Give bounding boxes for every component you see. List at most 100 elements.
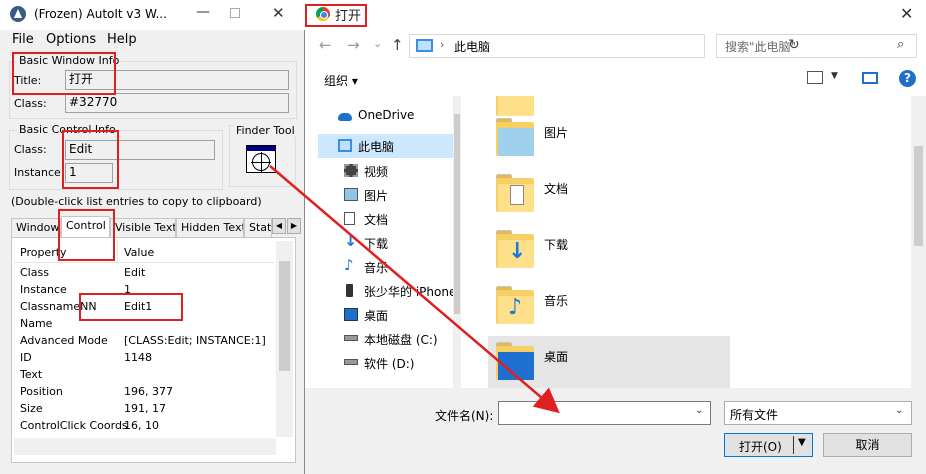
maximize-icon[interactable] bbox=[230, 8, 240, 18]
scrollbar-thumb[interactable] bbox=[914, 146, 923, 246]
file-list: 图片 文档 ↓ 下载 ♪ 音乐 桌面 bbox=[480, 96, 911, 388]
nav-item-drive-d[interactable]: 软件 (D:) bbox=[318, 351, 458, 375]
nav-item-this-pc[interactable]: 此电脑 bbox=[318, 134, 458, 158]
folder-item-pictures[interactable]: 图片 bbox=[488, 112, 730, 164]
open-button[interactable]: 打开(O) ▼ bbox=[724, 433, 813, 457]
scrollbar-thumb[interactable] bbox=[279, 261, 290, 371]
forward-arrow-icon[interactable]: → bbox=[347, 36, 360, 54]
folder-label: 图片 bbox=[544, 126, 569, 140]
cloud-icon bbox=[338, 113, 352, 121]
list-vertical-scrollbar[interactable] bbox=[276, 241, 293, 437]
up-arrow-icon[interactable]: ↑ bbox=[391, 36, 404, 54]
nav-item-label: 音乐 bbox=[364, 261, 389, 275]
list-horizontal-scrollbar[interactable] bbox=[14, 438, 276, 455]
tab-statusbar[interactable]: Stat bbox=[244, 218, 272, 237]
table-row[interactable]: ControlClick Coords 16, 10 bbox=[20, 418, 275, 435]
annotation-box-control-class bbox=[62, 130, 119, 189]
table-row[interactable]: Class Edit bbox=[20, 265, 275, 282]
property-value: Edit bbox=[124, 266, 146, 279]
toolbar: 组织 ▾ ▼ ? bbox=[305, 62, 926, 96]
address-row: ← → ⌄ ↑ › 此电脑 ⌄ ↻ 搜索"此电脑" ⌕ bbox=[305, 30, 926, 62]
cancel-button[interactable]: 取消 bbox=[823, 433, 912, 457]
menu-options[interactable]: Options bbox=[46, 32, 96, 47]
tab-scroll-right-icon[interactable]: ▶ bbox=[287, 218, 301, 234]
chevron-down-icon[interactable]: ⌄ bbox=[373, 37, 382, 50]
help-icon[interactable]: ? bbox=[899, 70, 916, 87]
breadcrumb-separator: › bbox=[440, 38, 445, 51]
back-arrow-icon[interactable]: ← bbox=[319, 36, 332, 54]
address-bar[interactable]: › 此电脑 ⌄ ↻ bbox=[409, 34, 800, 58]
drive-icon bbox=[344, 335, 358, 341]
table-row[interactable]: Advanced Mode [CLASS:Edit; INSTANCE:1] bbox=[20, 333, 275, 350]
phone-icon bbox=[346, 284, 353, 297]
folder-item-desktop[interactable]: 桌面 bbox=[488, 336, 730, 388]
folder-label: 音乐 bbox=[544, 294, 569, 308]
menu-file[interactable]: File bbox=[12, 32, 34, 47]
nav-item-label: OneDrive bbox=[358, 108, 415, 122]
tab-window[interactable]: Window bbox=[11, 218, 61, 237]
property-name: Advanced Mode bbox=[20, 334, 108, 347]
computer-icon bbox=[416, 39, 433, 52]
nav-item-documents[interactable]: 文档 bbox=[318, 207, 458, 231]
open-button-label: 打开(O) bbox=[739, 440, 782, 454]
chevron-down-icon[interactable]: ⌄ bbox=[695, 405, 703, 416]
content-scrollbar[interactable] bbox=[911, 96, 926, 388]
nav-item-music[interactable]: ♪ 音乐 bbox=[318, 255, 458, 279]
menu-help[interactable]: Help bbox=[107, 32, 137, 47]
minimize-icon[interactable]: — bbox=[196, 4, 210, 20]
view-options-icon[interactable] bbox=[807, 71, 823, 84]
search-input[interactable]: 搜索"此电脑" ⌕ bbox=[716, 34, 917, 58]
tab-hidden-text[interactable]: Hidden Text bbox=[176, 218, 244, 237]
search-icon[interactable]: ⌕ bbox=[897, 37, 904, 52]
close-icon[interactable]: ✕ bbox=[272, 4, 285, 22]
filename-input[interactable]: ⌄ bbox=[498, 401, 711, 425]
tab-scroll-left-icon[interactable]: ◀ bbox=[272, 218, 286, 234]
download-icon: ↓ bbox=[344, 231, 358, 250]
preview-pane-icon[interactable] bbox=[862, 72, 878, 84]
table-row[interactable]: Size 191, 17 bbox=[20, 401, 275, 418]
tab-visible-text[interactable]: Visible Text bbox=[110, 218, 176, 237]
desktop-icon bbox=[344, 308, 358, 321]
table-row[interactable]: Text bbox=[20, 367, 275, 384]
finder-tool-icon[interactable] bbox=[246, 145, 276, 173]
table-row[interactable]: ID 1148 bbox=[20, 350, 275, 367]
organize-menu[interactable]: 组织 ▾ bbox=[324, 72, 358, 89]
property-list: Class Edit Instance 1 ClassnameNN Edit1 Nam… bbox=[20, 265, 275, 437]
folder-item-downloads[interactable]: ↓ 下载 bbox=[488, 224, 730, 276]
folder-item-music[interactable]: ♪ 音乐 bbox=[488, 280, 730, 332]
folder-label: 桌面 bbox=[544, 350, 569, 364]
nav-item-desktop[interactable]: 桌面 bbox=[318, 303, 458, 327]
property-name: Class bbox=[20, 266, 49, 279]
nav-scrollbar[interactable] bbox=[453, 96, 461, 388]
table-row[interactable]: Position 196, 377 bbox=[20, 384, 275, 401]
filetype-select[interactable]: 所有文件 ⌄ bbox=[724, 401, 912, 425]
nav-item-label: 图片 bbox=[364, 189, 389, 203]
window-class-field[interactable]: #32770 bbox=[65, 93, 289, 113]
property-name: Text bbox=[20, 368, 43, 381]
column-header-value[interactable]: Value bbox=[124, 246, 154, 259]
close-icon[interactable]: ✕ bbox=[900, 4, 913, 23]
property-name: Name bbox=[20, 317, 53, 330]
nav-item-drive-c[interactable]: 本地磁盘 (C:) bbox=[318, 327, 458, 351]
property-value: 191, 17 bbox=[124, 402, 166, 415]
chevron-down-icon[interactable]: ⌄ bbox=[895, 405, 903, 416]
chevron-down-icon[interactable]: ▼ bbox=[831, 71, 838, 81]
nav-item-label: 此电脑 bbox=[358, 140, 395, 154]
navigation-pane: OneDrive 此电脑 视频 图片 文档 ↓ 下载 ♪ 音乐 张少华的 iPh… bbox=[318, 96, 462, 388]
scrollbar-thumb[interactable] bbox=[454, 114, 460, 314]
column-divider[interactable] bbox=[117, 241, 118, 262]
folder-item-documents[interactable]: 文档 bbox=[488, 168, 730, 220]
annotation-box-classnamenn bbox=[79, 293, 183, 321]
chevron-down-icon[interactable]: ▼ bbox=[798, 437, 806, 448]
nav-item-label: 视频 bbox=[364, 165, 389, 179]
property-name: ControlClick Coords bbox=[20, 419, 128, 432]
property-value: 16, 10 bbox=[124, 419, 159, 432]
nav-item-pictures[interactable]: 图片 bbox=[318, 183, 458, 207]
nav-item-iphone[interactable]: 张少华的 iPhone bbox=[318, 279, 458, 303]
dialog-titlebar: 打开 ✕ bbox=[305, 0, 926, 30]
breadcrumb[interactable]: 此电脑 bbox=[454, 38, 490, 55]
property-value: 196, 377 bbox=[124, 385, 173, 398]
nav-item-videos[interactable]: 视频 bbox=[318, 159, 458, 183]
nav-item-onedrive[interactable]: OneDrive bbox=[318, 104, 458, 128]
nav-item-downloads[interactable]: ↓ 下载 bbox=[318, 231, 458, 255]
